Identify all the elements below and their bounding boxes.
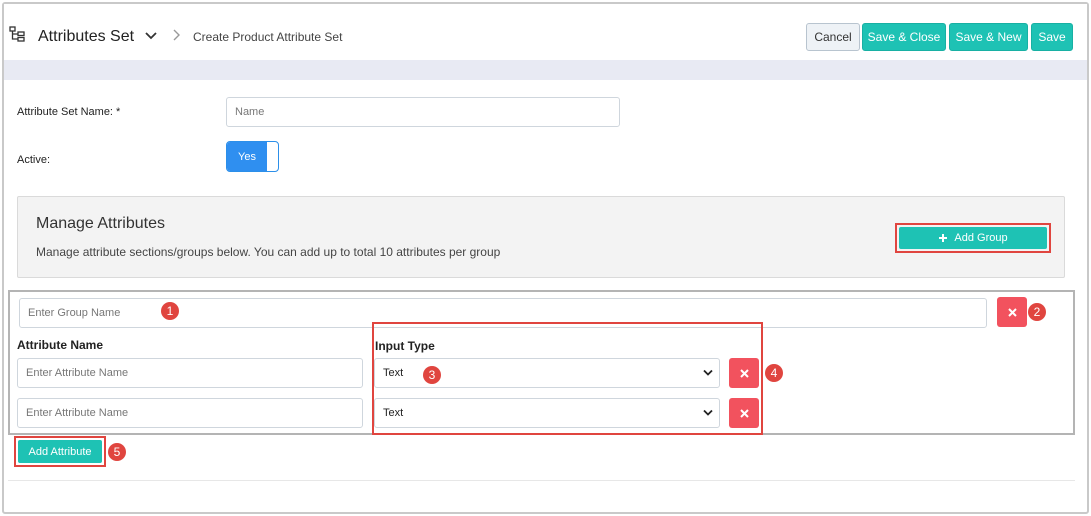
x-icon xyxy=(739,408,749,418)
add-group-highlight: Add Group xyxy=(895,223,1051,253)
add-attribute-highlight: Add Attribute xyxy=(14,436,106,467)
plus-icon xyxy=(939,234,948,242)
chevron-down-icon[interactable] xyxy=(145,31,157,41)
attribute-name-input-1[interactable]: Enter Attribute Name xyxy=(17,358,363,388)
attribute-set-name-input[interactable]: Name xyxy=(226,97,620,127)
page-title: Attributes Set xyxy=(38,28,135,45)
callout-2: 2 xyxy=(1028,303,1046,321)
attribute-name-input-2[interactable]: Enter Attribute Name xyxy=(17,398,363,428)
manage-attributes-panel: Manage Attributes Manage attribute secti… xyxy=(17,196,1065,278)
attribute-name-header: Attribute Name xyxy=(17,338,104,352)
delete-attribute-button-1[interactable] xyxy=(729,358,759,388)
hierarchy-icon xyxy=(9,26,25,42)
callout-1: 1 xyxy=(161,302,179,320)
footer-divider xyxy=(8,480,1075,481)
delete-group-button[interactable] xyxy=(997,297,1027,327)
active-label: Active: xyxy=(17,154,51,166)
attribute-name-placeholder: Enter Attribute Name xyxy=(26,367,129,379)
save-new-button[interactable]: Save & New xyxy=(949,23,1028,51)
save-button[interactable]: Save xyxy=(1031,23,1073,51)
attribute-set-name-placeholder: Name xyxy=(235,106,265,118)
x-icon xyxy=(1007,307,1017,317)
callout-5: 5 xyxy=(108,443,126,461)
attribute-name-placeholder: Enter Attribute Name xyxy=(26,407,129,419)
page-header: Attributes Set Create Product Attribute … xyxy=(4,4,1087,60)
group-name-placeholder: Enter Group Name xyxy=(28,307,121,319)
breadcrumb: Create Product Attribute Set xyxy=(193,30,343,44)
active-toggle[interactable]: Yes xyxy=(226,141,279,172)
chevron-down-icon xyxy=(703,369,713,376)
cancel-button[interactable]: Cancel xyxy=(806,23,860,51)
input-type-select-2[interactable]: Text xyxy=(374,398,720,428)
active-toggle-label: Yes xyxy=(227,142,267,171)
input-type-value: Text xyxy=(383,407,404,419)
callout-3: 3 xyxy=(423,366,441,384)
manage-attributes-description: Manage attribute sections/groups below. … xyxy=(36,245,501,259)
add-group-button[interactable]: Add Group xyxy=(899,227,1047,249)
delete-attribute-button-2[interactable] xyxy=(729,398,759,428)
callout-4: 4 xyxy=(765,364,783,382)
header-divider-band xyxy=(4,60,1087,80)
attribute-set-name-label: Attribute Set Name: * xyxy=(17,106,121,118)
save-close-button[interactable]: Save & Close xyxy=(862,23,946,51)
input-type-value: Text xyxy=(383,367,404,379)
chevron-right-icon xyxy=(173,29,180,41)
x-icon xyxy=(739,368,749,378)
add-attribute-button[interactable]: Add Attribute xyxy=(18,440,102,463)
chevron-down-icon xyxy=(703,409,713,416)
manage-attributes-title: Manage Attributes xyxy=(36,215,165,232)
add-group-label: Add Group xyxy=(954,232,1008,244)
